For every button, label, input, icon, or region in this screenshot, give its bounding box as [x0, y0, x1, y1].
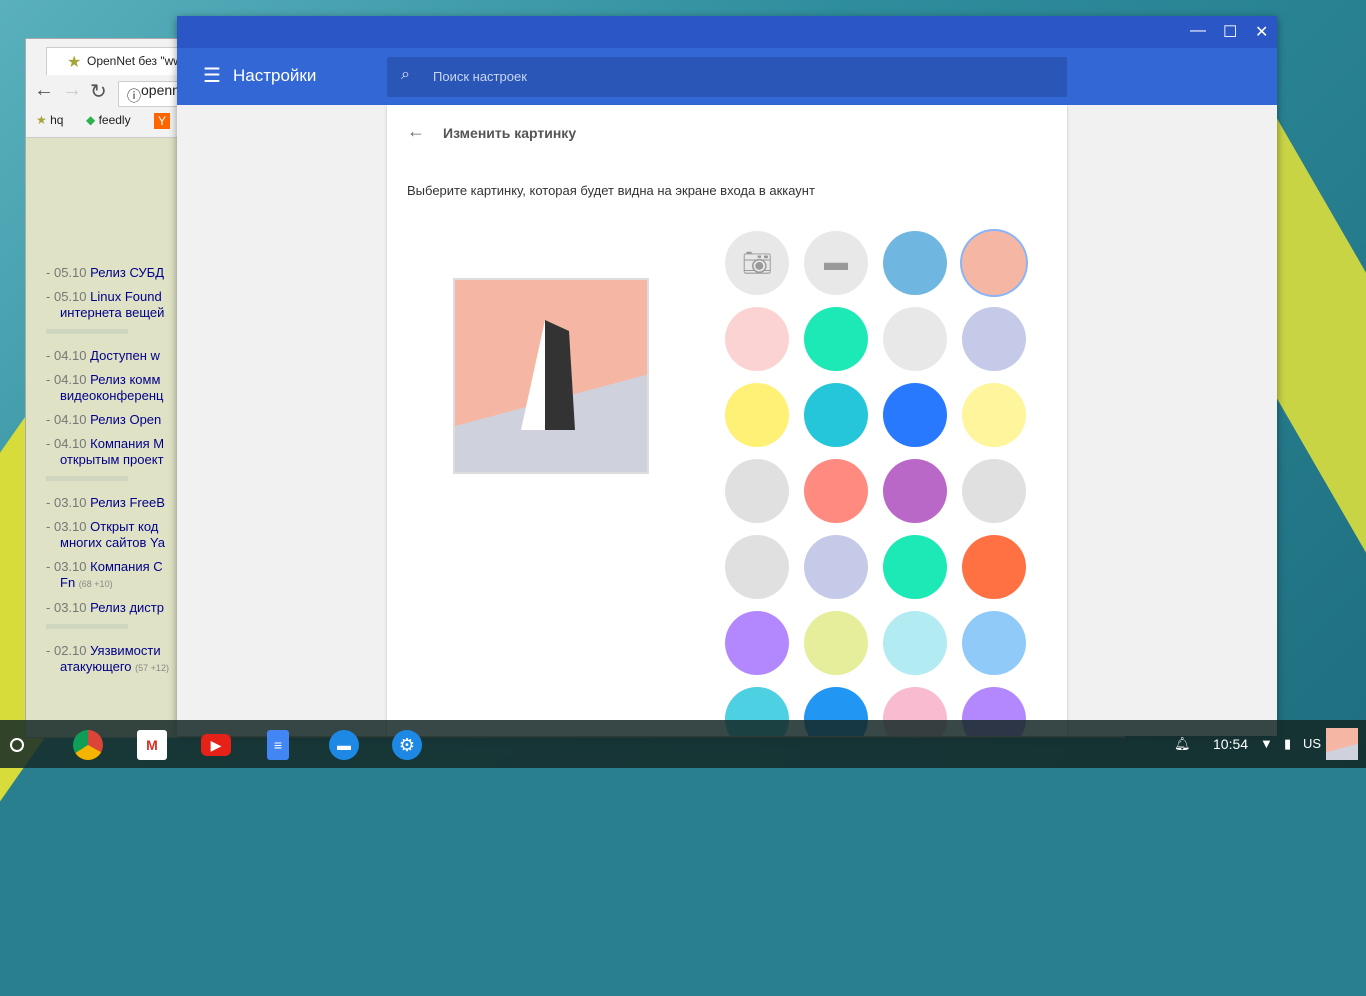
avatar-rabbit[interactable] [804, 383, 868, 447]
news-separator [46, 476, 128, 481]
news-date: 04.10 [53, 412, 87, 427]
folder-icon: ▬ [824, 249, 848, 276]
news-title[interactable]: Открыт код [90, 519, 158, 534]
avatar-vinyl[interactable] [962, 611, 1026, 675]
news-date: 03.10 [53, 519, 87, 534]
news-title-cont[interactable]: многих сайтов Ya [60, 535, 165, 550]
url-text: openn [141, 82, 180, 98]
news-separator [46, 329, 128, 334]
news-date: 05.10 [53, 289, 87, 304]
news-date: 04.10 [53, 436, 87, 451]
battery-icon[interactable]: ▮ [1284, 736, 1291, 752]
avatar-cat[interactable] [962, 307, 1026, 371]
launcher-button[interactable] [10, 738, 24, 752]
avatar-birds[interactable] [725, 535, 789, 599]
avatar-dragon[interactable] [725, 459, 789, 523]
news-date: 04.10 [53, 372, 87, 387]
news-title[interactable]: Уязвимости [90, 643, 160, 658]
change-picture-card: ← Изменить картинку Выберите картинку, к… [387, 105, 1067, 736]
chrome-icon[interactable] [73, 730, 103, 760]
avatar-football[interactable] [804, 611, 868, 675]
avatar-profile-photo[interactable] [883, 231, 947, 295]
news-date: 03.10 [53, 559, 87, 574]
favicon-star-icon: ★ [67, 54, 82, 71]
news-title-cont[interactable]: открытым проект [60, 452, 164, 467]
news-title-cont[interactable]: Fn [60, 575, 75, 590]
settings-window: — ☐ ✕ ☰ Настройки ⌕ Поиск настроек ← Изме… [177, 16, 1277, 736]
docs-icon[interactable]: ≡ [267, 730, 289, 760]
forward-icon[interactable]: → [62, 79, 82, 102]
news-title[interactable]: Релиз Open [90, 412, 161, 427]
news-date: 03.10 [53, 495, 87, 510]
search-placeholder: Поиск настроек [433, 69, 527, 84]
camera-icon: 📷︎ [741, 249, 773, 277]
camera-button[interactable]: 📷︎ [725, 231, 789, 295]
clock[interactable]: 10:54 [1213, 736, 1248, 752]
wifi-icon[interactable]: ▼ [1260, 736, 1273, 751]
news-title[interactable]: Релиз дистр [90, 600, 164, 615]
comment-count: (68 +10) [78, 579, 113, 589]
news-title-cont[interactable]: видеоконференц [60, 388, 163, 403]
news-date: 03.10 [53, 600, 87, 615]
gmail-icon[interactable]: M [137, 730, 167, 760]
news-date: 04.10 [53, 348, 87, 363]
avatar-basketball[interactable] [883, 611, 947, 675]
news-title[interactable]: Доступен w [90, 348, 160, 363]
avatar-tamagotchi[interactable] [962, 535, 1026, 599]
news-title[interactable]: Релиз FreeB [90, 495, 165, 510]
news-title-cont[interactable]: интернета вещей [60, 305, 164, 320]
avatar-bowl[interactable] [883, 535, 947, 599]
avatar-penguin[interactable] [962, 231, 1026, 295]
minimize-button[interactable]: — [1190, 22, 1206, 40]
search-icon: ⌕ [401, 66, 410, 83]
comment-count: (57 +12) [135, 663, 169, 673]
youtube-icon[interactable]: ▶ [201, 734, 231, 756]
page-title: Изменить картинку [443, 125, 577, 141]
picture-preview [453, 278, 649, 474]
avatar-butterfly[interactable] [883, 307, 947, 371]
back-icon[interactable]: ← [34, 79, 54, 102]
notification-bell-icon[interactable]: 🔔︎ [1174, 736, 1191, 752]
avatar-unicorn[interactable] [962, 459, 1026, 523]
avatar-corgi[interactable] [725, 383, 789, 447]
news-date: 05.10 [53, 265, 87, 280]
folder-button[interactable]: ▬ [804, 231, 868, 295]
avatar-fox[interactable] [725, 307, 789, 371]
avatar-bird[interactable] [804, 307, 868, 371]
search-input[interactable]: ⌕ Поиск настроек [387, 57, 1067, 97]
files-icon[interactable]: ▬ [329, 730, 359, 760]
maximize-button[interactable]: ☐ [1223, 22, 1237, 42]
menu-icon[interactable]: ☰ [203, 66, 221, 86]
news-title[interactable]: Компания C [90, 559, 163, 574]
avatar-redbird[interactable] [804, 535, 868, 599]
avatar-elephant[interactable] [804, 459, 868, 523]
user-avatar[interactable] [1326, 728, 1358, 760]
news-date: 02.10 [53, 643, 87, 658]
description: Выберите картинку, которая будет видна н… [407, 183, 815, 198]
keyboard-layout[interactable]: US [1303, 736, 1321, 751]
news-title[interactable]: Релиз комм [90, 372, 160, 387]
news-title[interactable]: Linux Found [90, 289, 162, 304]
bookmark-hq[interactable]: ★ hq [36, 113, 63, 127]
avatar-crane[interactable] [883, 383, 947, 447]
back-arrow-icon[interactable]: ← [407, 121, 425, 142]
shelf: M ▶ ≡ ▬ ⚙ 🔔︎ 10:54 ▼ ▮ US [0, 720, 1366, 768]
reload-icon[interactable]: ↻ [90, 79, 107, 104]
settings-icon[interactable]: ⚙ [392, 730, 422, 760]
news-title[interactable]: Компания M [90, 436, 164, 451]
close-button[interactable]: ✕ [1255, 22, 1268, 42]
avatar-monkey[interactable] [962, 383, 1026, 447]
news-separator [46, 624, 128, 629]
app-title: Настройки [233, 66, 317, 85]
news-title[interactable]: Релиз СУБД [90, 265, 164, 280]
avatar-cheese[interactable] [725, 611, 789, 675]
bookmark-y[interactable]: Y [154, 113, 171, 129]
bookmark-feedly[interactable]: ◆ feedly [86, 113, 131, 127]
avatar-panda[interactable] [883, 459, 947, 523]
news-title-cont[interactable]: атакующего [60, 659, 132, 674]
